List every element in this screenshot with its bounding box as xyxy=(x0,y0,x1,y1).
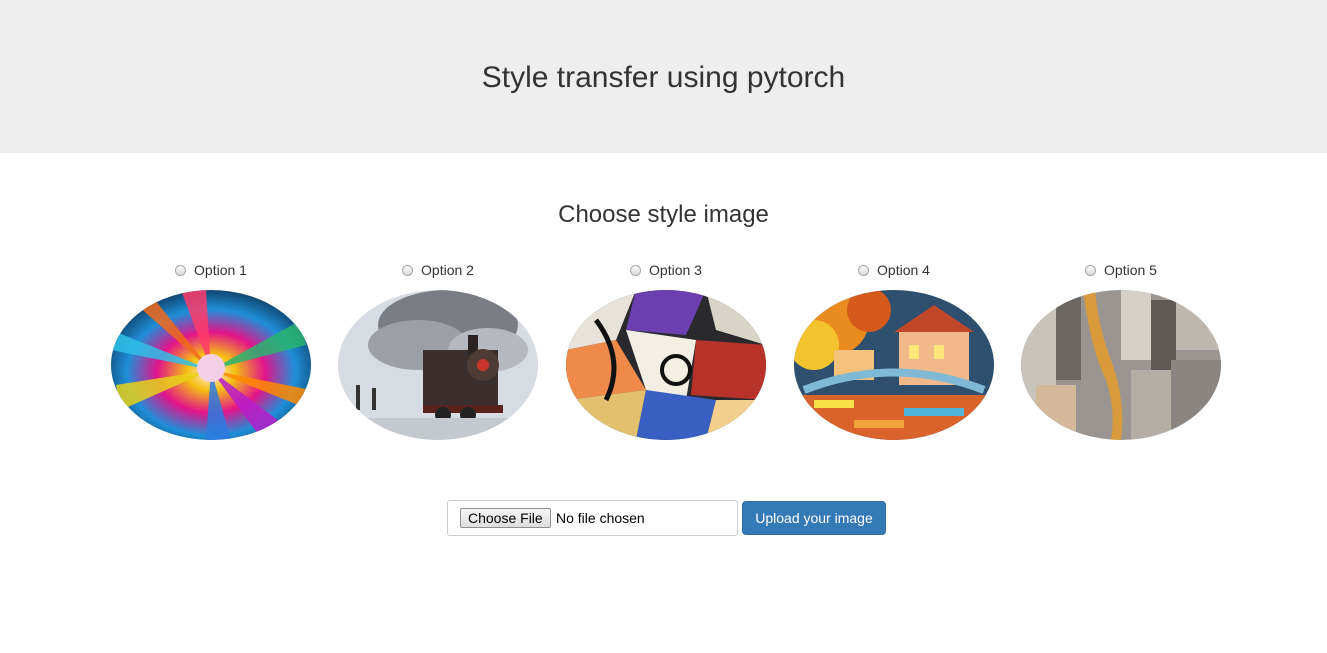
option-5-radio-label[interactable]: Option 5 xyxy=(1007,260,1235,280)
option-3-radio[interactable] xyxy=(630,265,642,276)
option-1-radio-label[interactable]: Option 1 xyxy=(97,260,325,280)
upload-image-button[interactable]: Upload your image xyxy=(742,501,886,535)
option-2-radio[interactable] xyxy=(402,265,414,276)
option-3-label: Option 3 xyxy=(649,262,702,278)
style-option-4: Option 4 xyxy=(780,260,1008,444)
option-1-radio[interactable] xyxy=(175,265,187,276)
option-5-radio[interactable] xyxy=(1085,265,1097,276)
option-3-radio-label[interactable]: Option 3 xyxy=(552,260,780,280)
option-4-radio-label[interactable]: Option 4 xyxy=(780,260,1008,280)
section-title: Choose style image xyxy=(558,201,769,228)
style-option-2: Option 2 xyxy=(324,260,552,444)
option-1-label: Option 1 xyxy=(194,262,247,278)
style-option-5: Option 5 xyxy=(1007,260,1235,444)
option-1-image[interactable] xyxy=(111,290,311,440)
option-4-label: Option 4 xyxy=(877,262,930,278)
header-banner: Style transfer using pytorch xyxy=(0,0,1327,153)
file-input[interactable]: Choose File No file chosen xyxy=(447,500,738,536)
option-2-label: Option 2 xyxy=(421,262,474,278)
option-5-image[interactable] xyxy=(1021,290,1221,440)
option-2-image[interactable] xyxy=(338,290,538,440)
option-5-label: Option 5 xyxy=(1104,262,1157,278)
style-option-3: Option 3 xyxy=(552,260,780,444)
style-option-1: Option 1 xyxy=(97,260,325,444)
page-title: Style transfer using pytorch xyxy=(481,61,846,94)
file-status-text: No file chosen xyxy=(556,510,645,526)
option-3-image[interactable] xyxy=(566,290,766,440)
choose-file-button[interactable]: Choose File xyxy=(460,508,551,528)
option-4-radio[interactable] xyxy=(858,265,870,276)
option-4-image[interactable] xyxy=(794,290,994,440)
option-2-radio-label[interactable]: Option 2 xyxy=(324,260,552,280)
